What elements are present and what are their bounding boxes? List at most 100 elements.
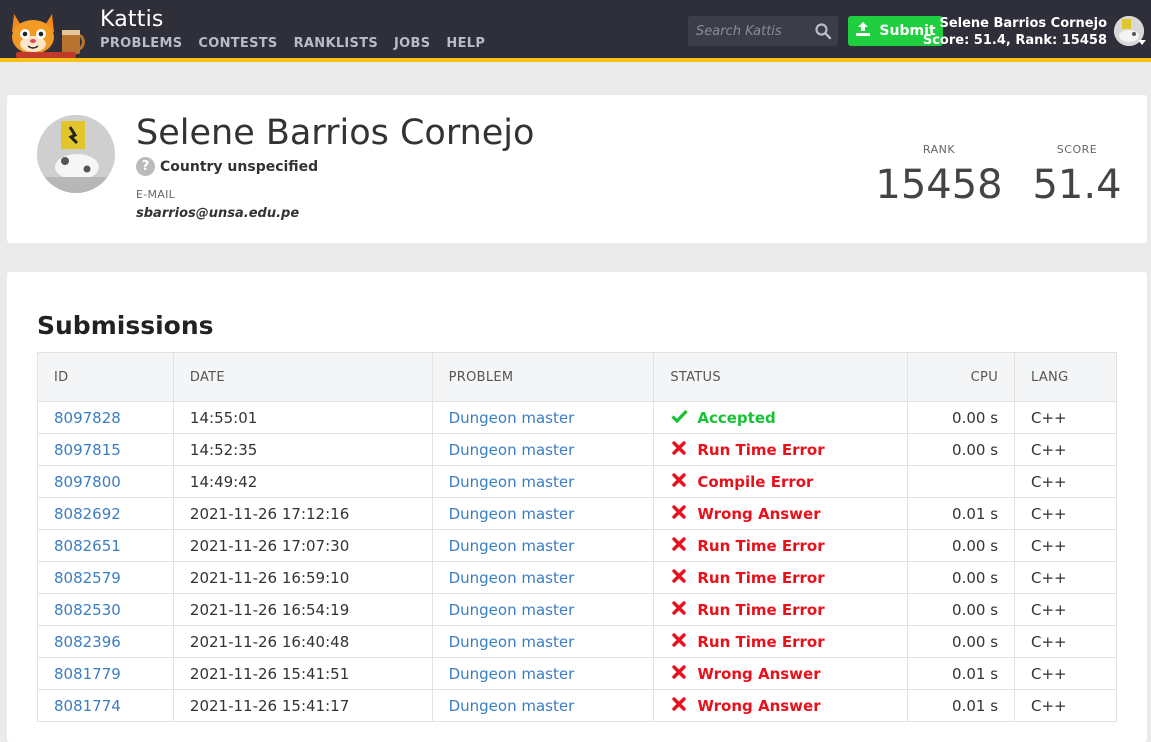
problem-link[interactable]: Dungeon master	[449, 409, 575, 427]
status-text: Run Time Error	[697, 536, 825, 555]
submission-id-link[interactable]: 8081774	[54, 697, 121, 715]
cross-icon	[670, 632, 688, 651]
cell-date: 2021-11-26 15:41:17	[172, 689, 433, 722]
cell-status: Compile Error	[653, 465, 909, 498]
submission-id-link[interactable]: 8081779	[54, 665, 121, 683]
nav-jobs[interactable]: JOBS	[394, 36, 430, 51]
rank-value: 15458	[875, 162, 1003, 208]
table-row: 8081774 2021-11-26 15:41:17 Dungeon master…	[37, 689, 1117, 722]
brand-title[interactable]: Kattis	[100, 7, 164, 32]
table-row: 8082530 2021-11-26 16:54:19 Dungeon master…	[37, 593, 1117, 626]
user-menu[interactable]: Selene Barrios Cornejo Score: 51.4, Rank…	[923, 15, 1107, 49]
col-problem[interactable]: PROBLEM	[431, 352, 655, 402]
status-text: Run Time Error	[697, 600, 825, 619]
table-row: 8082692 2021-11-26 17:12:16 Dungeon master…	[37, 497, 1117, 530]
cell-cpu: 0.00 s	[907, 625, 1016, 658]
cell-problem: Dungeon master	[431, 401, 655, 434]
col-lang[interactable]: LANG	[1014, 352, 1117, 402]
cell-date: 2021-11-26 17:12:16	[172, 497, 433, 530]
top-navbar: Kattis PROBLEMS CONTESTS RANKLISTS JOBS …	[0, 0, 1151, 62]
submission-id-link[interactable]: 8082396	[54, 633, 121, 651]
question-icon: ?	[136, 157, 155, 176]
cell-problem: Dungeon master	[431, 689, 655, 722]
cell-cpu: 0.00 s	[907, 433, 1016, 466]
cell-status: Run Time Error	[653, 433, 909, 466]
email-value: sbarrios@unsa.edu.pe	[136, 206, 300, 221]
cell-lang: C++	[1014, 497, 1117, 530]
chevron-down-icon[interactable]	[1138, 40, 1146, 45]
submissions-title: Submissions	[37, 311, 214, 340]
submission-id-link[interactable]: 8097828	[54, 409, 121, 427]
cell-id: 8081774	[37, 689, 174, 722]
nav-help[interactable]: HELP	[446, 36, 485, 51]
profile-card: Selene Barrios Cornejo ? Country unspeci…	[7, 95, 1147, 243]
cross-icon	[670, 536, 688, 555]
submission-id-link[interactable]: 8082530	[54, 601, 121, 619]
kattis-logo[interactable]	[6, 4, 90, 60]
problem-link[interactable]: Dungeon master	[449, 473, 575, 491]
cell-date: 2021-11-26 16:40:48	[172, 625, 433, 658]
nav-ranklists[interactable]: RANKLISTS	[294, 36, 378, 51]
problem-link[interactable]: Dungeon master	[449, 505, 575, 523]
cell-problem: Dungeon master	[431, 657, 655, 690]
cell-lang: C++	[1014, 689, 1117, 722]
cell-date: 2021-11-26 17:07:30	[172, 529, 433, 562]
col-date[interactable]: DATE	[172, 352, 433, 402]
email-label: E-MAIL	[136, 188, 176, 201]
table-row: 8097800 14:49:42 Dungeon master Compile Err…	[37, 465, 1117, 498]
cell-lang: C++	[1014, 593, 1117, 626]
submission-id-link[interactable]: 8082579	[54, 569, 121, 587]
cell-cpu: 0.01 s	[907, 497, 1016, 530]
cell-status: Run Time Error	[653, 529, 909, 562]
table-row: 8082651 2021-11-26 17:07:30 Dungeon master…	[37, 529, 1117, 562]
search-icon[interactable]	[814, 22, 832, 40]
score-label: SCORE	[1056, 143, 1098, 156]
cell-status: Run Time Error	[653, 593, 909, 626]
cell-cpu: 0.01 s	[907, 689, 1016, 722]
problem-link[interactable]: Dungeon master	[449, 601, 575, 619]
problem-link[interactable]: Dungeon master	[449, 537, 575, 555]
submission-id-link[interactable]: 8082692	[54, 505, 121, 523]
search-input[interactable]	[688, 16, 822, 46]
cell-cpu: 0.00 s	[907, 593, 1016, 626]
country-row: ? Country unspecified	[136, 157, 318, 176]
cell-problem: Dungeon master	[431, 625, 655, 658]
submission-id-link[interactable]: 8097800	[54, 473, 121, 491]
cell-id: 8082692	[37, 497, 174, 530]
problem-link[interactable]: Dungeon master	[449, 697, 575, 715]
cell-date: 14:55:01	[172, 401, 433, 434]
problem-link[interactable]: Dungeon master	[449, 569, 575, 587]
submission-id-link[interactable]: 8097815	[54, 441, 121, 459]
cell-date: 2021-11-26 16:54:19	[172, 593, 433, 626]
nav-problems[interactable]: PROBLEMS	[100, 36, 182, 51]
cell-cpu: 0.00 s	[907, 529, 1016, 562]
col-status[interactable]: STATUS	[653, 352, 909, 402]
cell-lang: C++	[1014, 529, 1117, 562]
problem-link[interactable]: Dungeon master	[449, 633, 575, 651]
status-text: Run Time Error	[697, 440, 825, 459]
table-row: 8082579 2021-11-26 16:59:10 Dungeon master…	[37, 561, 1117, 594]
score-stat: SCORE 51.4	[1017, 143, 1137, 208]
profile-avatar	[37, 115, 115, 193]
main-nav: PROBLEMS CONTESTS RANKLISTS JOBS HELP	[100, 36, 485, 51]
col-id[interactable]: ID	[37, 352, 174, 402]
cell-cpu: 0.00 s	[907, 401, 1016, 434]
cell-problem: Dungeon master	[431, 593, 655, 626]
cell-date: 2021-11-26 16:59:10	[172, 561, 433, 594]
problem-link[interactable]: Dungeon master	[449, 441, 575, 459]
cell-status: Wrong Answer	[653, 497, 909, 530]
country-label: Country unspecified	[160, 158, 319, 175]
status-text: Wrong Answer	[697, 664, 821, 683]
submission-id-link[interactable]: 8082651	[54, 537, 121, 555]
table-row: 8082396 2021-11-26 16:40:48 Dungeon master…	[37, 625, 1117, 658]
cell-id: 8081779	[37, 657, 174, 690]
problem-link[interactable]: Dungeon master	[449, 665, 575, 683]
status-text: Run Time Error	[697, 632, 825, 651]
cell-lang: C++	[1014, 465, 1117, 498]
cell-id: 8082396	[37, 625, 174, 658]
check-icon	[670, 409, 688, 427]
cell-lang: C++	[1014, 625, 1117, 658]
nav-contests[interactable]: CONTESTS	[198, 36, 277, 51]
col-cpu[interactable]: CPU	[907, 352, 1016, 402]
rank-stat: RANK 15458	[867, 143, 1011, 208]
